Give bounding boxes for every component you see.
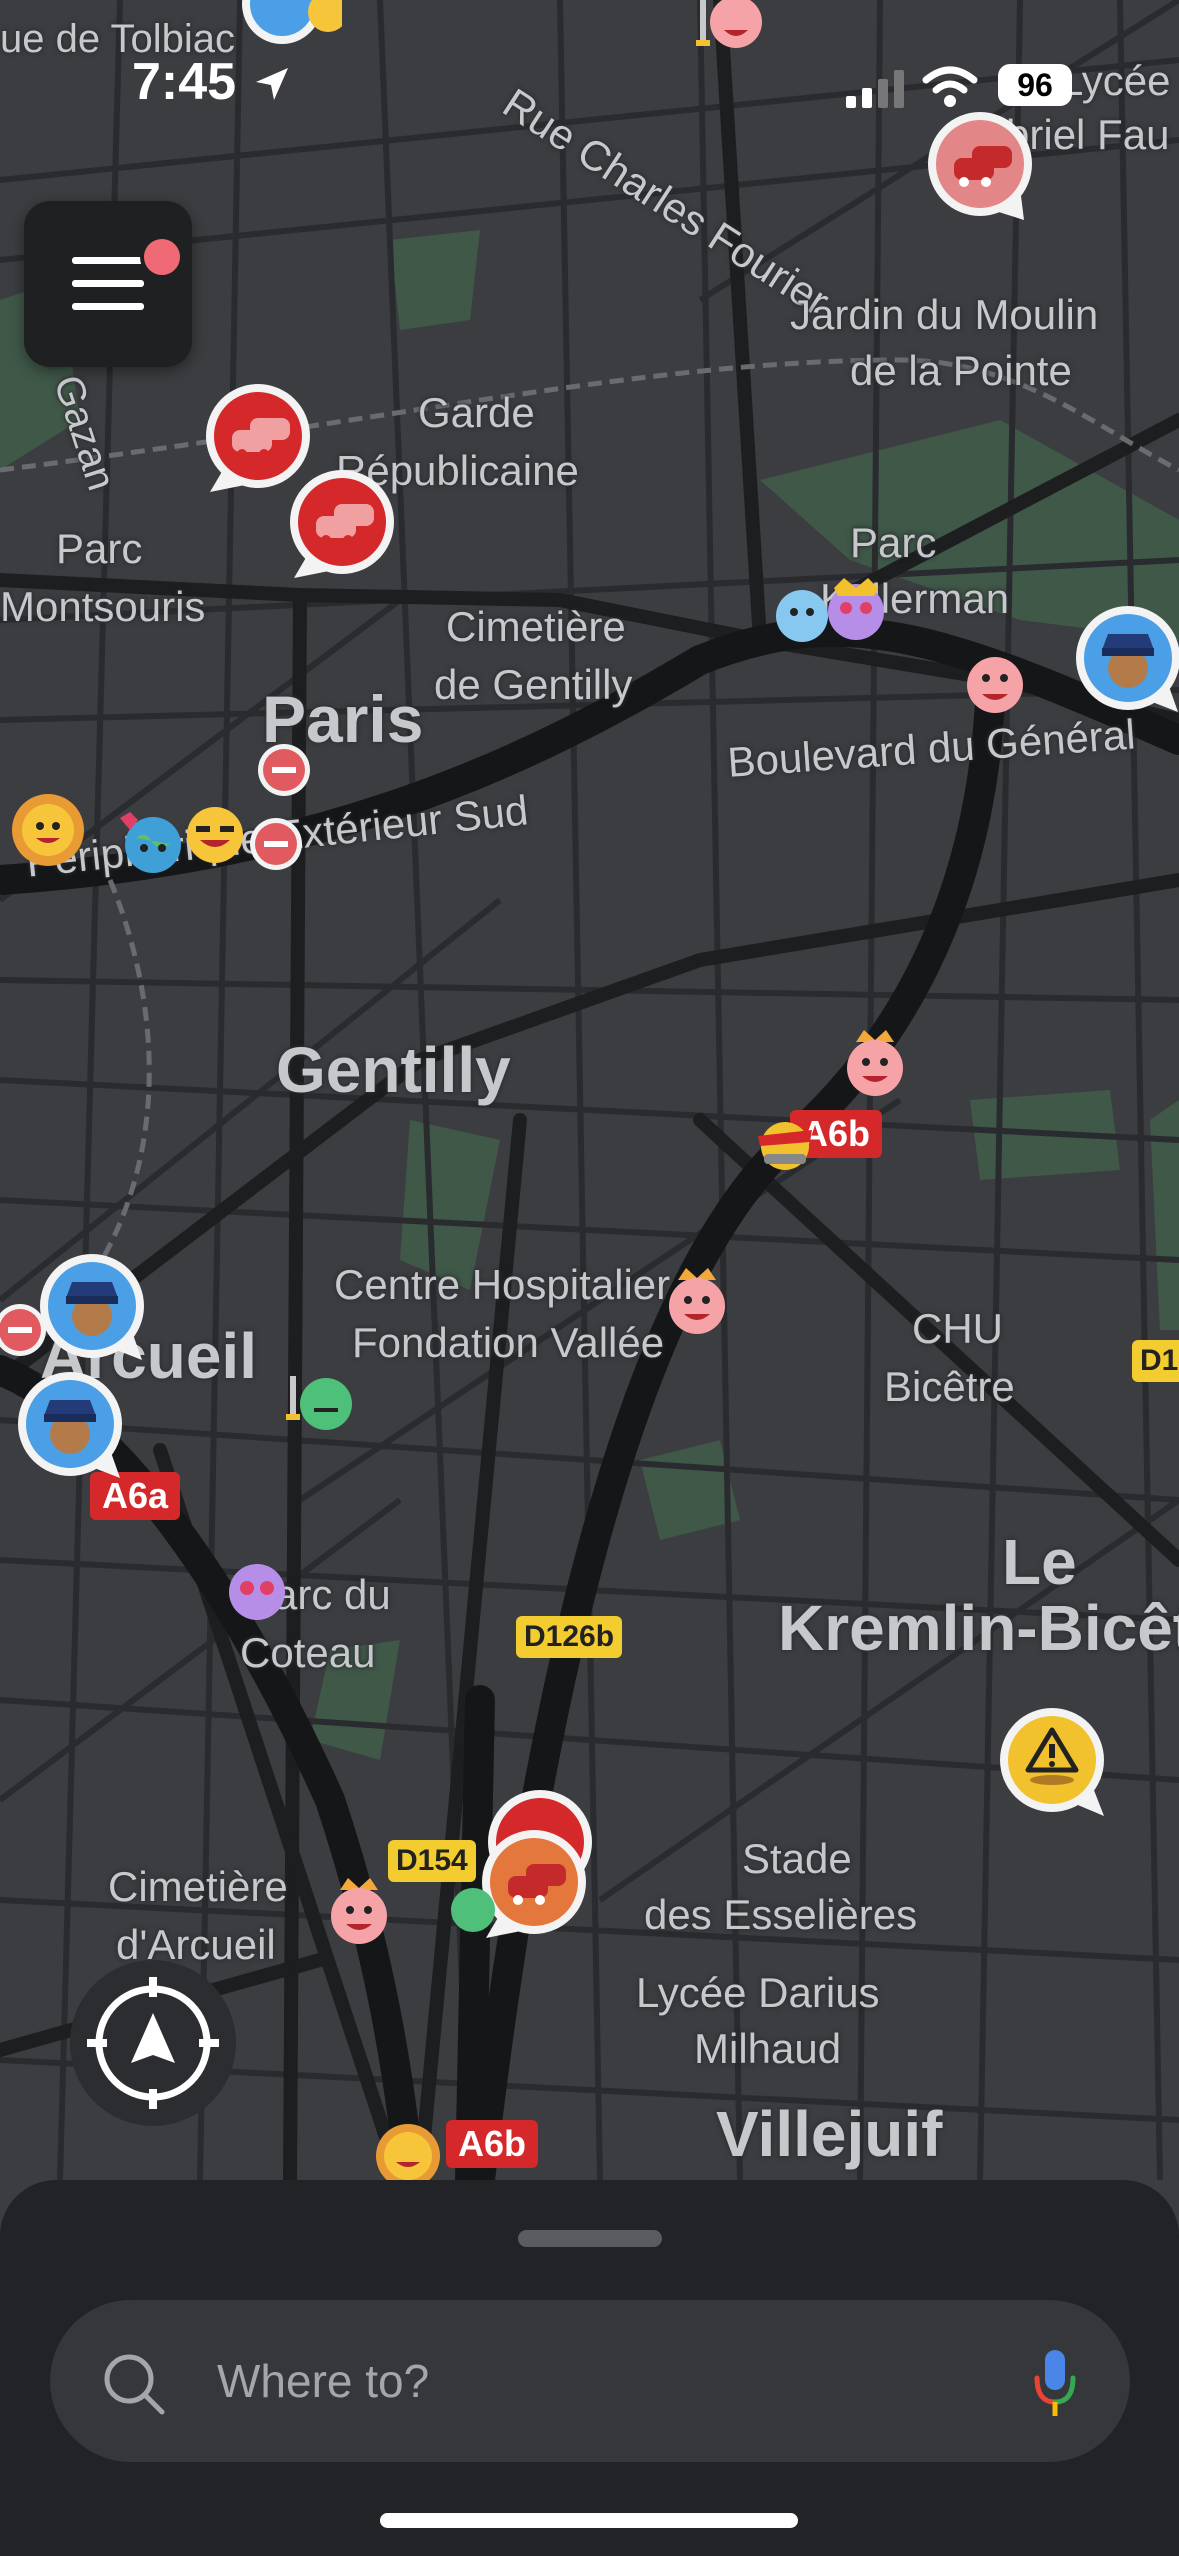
road-closed-icon[interactable] (256, 742, 312, 798)
map-label: des Esselières (644, 1891, 918, 1938)
police-icon[interactable] (1072, 602, 1179, 722)
search-icon (104, 2354, 165, 2415)
hamburger-menu-icon (72, 257, 144, 310)
map-label: Milhaud (694, 2025, 842, 2072)
bottom-sheet[interactable] (0, 2180, 1179, 2556)
map-label: Cimetière (108, 1863, 288, 1910)
location-arrow-icon (256, 68, 288, 100)
police-icon[interactable] (36, 1250, 156, 1370)
map-label: Parc (850, 519, 937, 566)
wazer-icon (758, 1122, 812, 1170)
map-label: Gentilly (276, 1034, 511, 1106)
map-label: de la Pointe (850, 347, 1072, 394)
map-label: Garde (418, 389, 535, 436)
map-label: Montsouris (0, 583, 206, 630)
map-label: Kremlin-Bicêtre (778, 1592, 1179, 1664)
road-closed-icon[interactable] (0, 1302, 48, 1358)
highway-shield: D15 (1132, 1340, 1179, 1382)
microphone-icon[interactable] (1032, 2348, 1078, 2418)
battery-indicator: 96 (998, 64, 1072, 106)
search-bar[interactable] (50, 2300, 1130, 2462)
map-label: de Gentilly (434, 661, 633, 708)
wazer-icon (187, 807, 243, 863)
menu-button[interactable] (24, 201, 192, 367)
police-icon[interactable] (14, 1368, 134, 1488)
highway-shield: D126b (516, 1616, 623, 1658)
map-label: Villejuif (716, 2098, 943, 2170)
wazer-icon (12, 794, 84, 866)
status-time: 7:45 (132, 53, 237, 111)
map-label: Lycée Darius (636, 1969, 880, 2016)
wazer-icon (286, 1376, 352, 1430)
wazer-icon (331, 1878, 387, 1944)
map-label: Parc (56, 525, 143, 572)
wifi-icon (922, 66, 978, 107)
map-label: Jardin du Moulin (790, 291, 1099, 338)
hazard-icon[interactable] (996, 1704, 1110, 1824)
map-label: Centre Hospitalier (334, 1261, 671, 1308)
recenter-icon (87, 1977, 219, 2109)
wazer-icon (376, 2124, 440, 2186)
wazer-icon (776, 590, 828, 642)
map-label: Fondation Vallée (352, 1319, 665, 1366)
wazer-icon (847, 1030, 903, 1096)
wazer-icon (229, 1564, 285, 1620)
map-label: Stade (742, 1835, 852, 1882)
wazer-icon (967, 657, 1023, 713)
sheet-grabber[interactable] (518, 2230, 662, 2247)
cellular-signal-icon (846, 70, 904, 108)
wazer-icon (451, 1888, 495, 1932)
map-label: Le (1002, 1526, 1077, 1598)
traffic-jam-icon[interactable] (284, 466, 404, 586)
highway-shield: D154 (388, 1840, 476, 1882)
home-indicator[interactable] (380, 2513, 798, 2528)
highway-shield: A6b (446, 2120, 539, 2168)
recenter-button[interactable] (70, 1960, 236, 2126)
status-bar: 7:45 96 (0, 0, 1179, 150)
wazer-icon (669, 1268, 725, 1334)
app: ue de Tolbiac Rue Charles Fourier Lycée … (0, 0, 1179, 2556)
notification-dot (140, 235, 184, 279)
map-label: Coteau (240, 1629, 376, 1676)
map-label: Bicêtre (884, 1363, 1015, 1410)
map-label: CHU (912, 1305, 1003, 1352)
search-input[interactable] (215, 2340, 999, 2422)
map-label: Cimetière (446, 603, 626, 650)
road-closed-icon[interactable] (248, 816, 304, 872)
